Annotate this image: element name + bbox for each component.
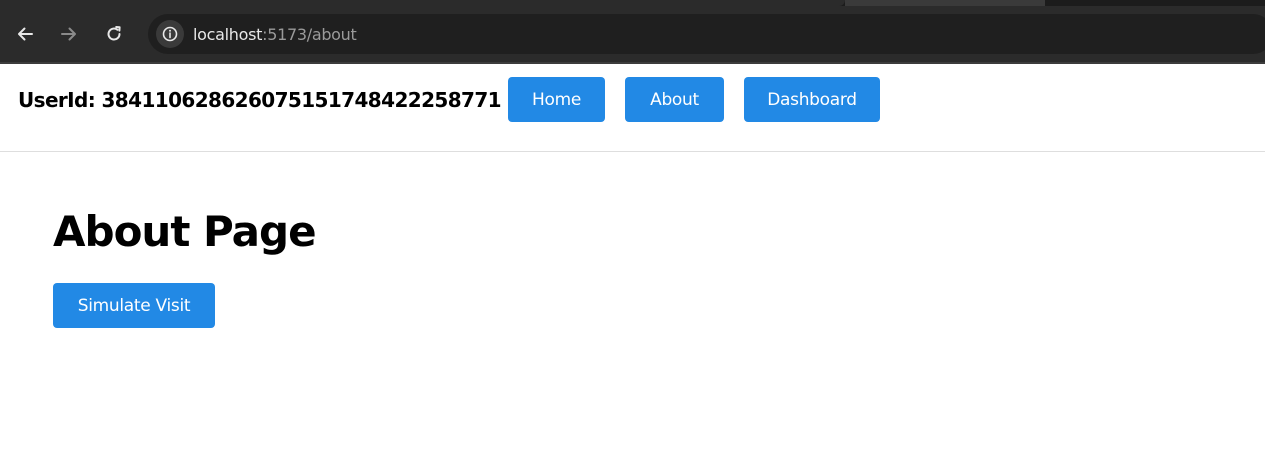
back-button[interactable] xyxy=(9,18,41,50)
active-tab[interactable] xyxy=(0,0,845,6)
simulate-visit-button[interactable]: Simulate Visit xyxy=(53,283,215,328)
nav-dashboard-button[interactable]: Dashboard xyxy=(744,77,880,122)
tab-strip xyxy=(0,0,1265,6)
nav-about-button[interactable]: About xyxy=(625,77,724,122)
app-header: UserId: 384110628626075151748422258771 H… xyxy=(0,64,1265,152)
url-text[interactable]: localhost:5173/about xyxy=(193,25,357,44)
forward-button[interactable] xyxy=(53,18,85,50)
arrow-left-icon xyxy=(18,27,33,41)
inactive-tab[interactable] xyxy=(845,0,1045,6)
nav-home-button[interactable]: Home xyxy=(508,77,605,122)
url-path: :5173/about xyxy=(262,25,357,44)
browser-toolbar: localhost:5173/about xyxy=(0,0,1265,64)
site-info-button[interactable] xyxy=(156,20,184,48)
page-title: About Page xyxy=(53,207,317,256)
info-icon xyxy=(162,26,178,42)
reload-icon xyxy=(107,26,121,41)
address-bar[interactable]: localhost:5173/about xyxy=(148,14,1265,54)
main-content: About Page Simulate Visit xyxy=(0,153,1265,475)
user-id-label: UserId: 384110628626075151748422258771 xyxy=(18,88,502,112)
reload-button[interactable] xyxy=(98,18,130,50)
url-host: localhost xyxy=(193,25,263,44)
arrow-right-icon xyxy=(61,27,76,41)
